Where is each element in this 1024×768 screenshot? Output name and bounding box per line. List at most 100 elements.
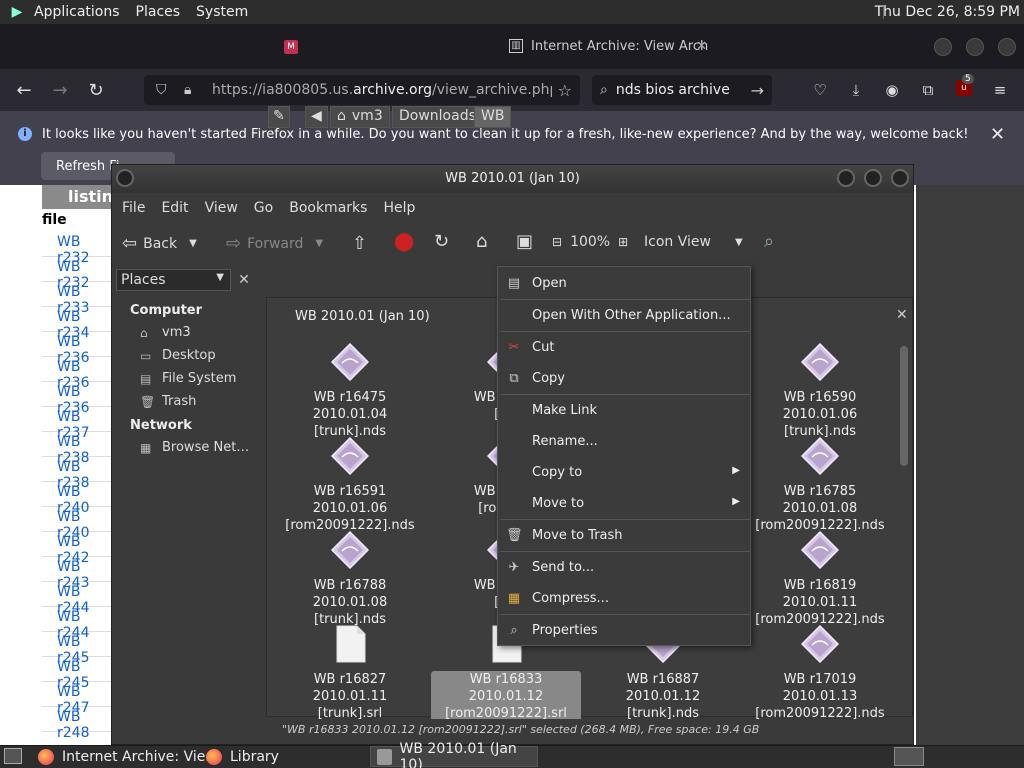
close-sidebar-icon[interactable]: ✕ bbox=[232, 269, 256, 291]
stop-button[interactable]: ⬤ bbox=[394, 231, 420, 252]
close-button[interactable] bbox=[891, 169, 909, 187]
tab-internet-archive[interactable]: ▥ Internet Archive: View Arch ✕ bbox=[497, 31, 717, 61]
archive-list-link[interactable]: WB r236 bbox=[42, 332, 112, 366]
path-scroll-left[interactable]: ◀ bbox=[305, 106, 328, 128]
sidebar-item-desktop[interactable]: ▭ Desktop bbox=[140, 348, 216, 363]
archive-list-link[interactable]: WB r242 bbox=[42, 532, 112, 566]
show-desktop-icon[interactable] bbox=[4, 748, 22, 764]
up-button[interactable]: ⇧ bbox=[352, 233, 373, 254]
sidebar-item-filesystem[interactable]: ▤ File System bbox=[140, 371, 236, 386]
ctx-copy[interactable]: ⧉ Copy bbox=[498, 365, 750, 393]
archive-list-link[interactable]: WB r245 bbox=[42, 632, 112, 666]
close-pane-icon[interactable]: ✕ bbox=[896, 307, 908, 323]
ctx-open-with[interactable]: Open With Other Application... bbox=[498, 302, 750, 330]
url-bar[interactable]: ⛉ 🔒︎ https://ia800805.us.archive.org/vie… bbox=[144, 75, 580, 105]
back-button[interactable]: ⇦ Back ▼ bbox=[122, 233, 197, 254]
archive-list-link[interactable]: WB r232 bbox=[42, 257, 112, 291]
applications-menu[interactable]: Applications bbox=[26, 4, 128, 20]
taskbar-file-manager[interactable]: WB 2010.01 (Jan 10) bbox=[370, 741, 538, 768]
account-icon[interactable]: ◉ bbox=[882, 80, 902, 100]
taskbar-firefox-archive[interactable]: Internet Archive: Vie... bbox=[38, 746, 219, 767]
gmail-tab-icon[interactable]: M bbox=[284, 40, 298, 54]
maximize-button[interactable] bbox=[966, 38, 984, 56]
ctx-copy-to[interactable]: Copy to ▶ bbox=[498, 459, 750, 487]
edit-path-button[interactable]: ✎ bbox=[268, 106, 290, 128]
menu-view[interactable]: View bbox=[197, 200, 246, 216]
extensions-icon[interactable]: ⧉ bbox=[918, 80, 938, 100]
file-item[interactable]: WB r17019 2010.01.13 [rom20091222].nds bbox=[745, 624, 895, 722]
clock[interactable]: Thu Dec 26, 8:59 PM bbox=[875, 4, 1020, 20]
archive-list-link[interactable]: WB r236 bbox=[42, 382, 112, 416]
lock-icon[interactable]: 🔒︎ bbox=[184, 82, 200, 98]
ctx-properties[interactable]: ⌕ Properties bbox=[498, 617, 750, 645]
back-history-dropdown-icon[interactable]: ▼ bbox=[189, 238, 197, 249]
ctx-open[interactable]: ▤ Open bbox=[498, 270, 750, 298]
window-titlebar[interactable]: WB 2010.01 (Jan 10) bbox=[112, 165, 913, 193]
home-button[interactable]: ⌂ bbox=[476, 231, 493, 252]
archive-list-link[interactable]: WB r237 bbox=[42, 407, 112, 441]
taskbar-library[interactable]: Library bbox=[206, 746, 279, 767]
file-item[interactable]: WB r16590 2010.01.06 [trunk].nds bbox=[745, 342, 895, 440]
view-mode-select[interactable]: Icon View ▼ bbox=[644, 234, 743, 250]
window-menu-button[interactable] bbox=[116, 169, 134, 187]
minimize-button[interactable] bbox=[934, 38, 952, 56]
notification-close-icon[interactable]: ✕ bbox=[990, 124, 1005, 145]
search-go-icon[interactable]: → bbox=[751, 81, 764, 100]
menu-edit[interactable]: Edit bbox=[153, 200, 196, 216]
zoom-out-icon[interactable]: ⊟ bbox=[552, 235, 562, 249]
reload-icon[interactable]: ↻ bbox=[85, 80, 107, 102]
archive-list-link[interactable]: WB r245 bbox=[42, 657, 112, 691]
reload-button[interactable]: ↻ bbox=[434, 231, 455, 252]
archive-list-link[interactable]: WB r244 bbox=[42, 607, 112, 641]
path-crumb-vm3[interactable]: ⌂ vm3 bbox=[330, 106, 390, 128]
scrollbar[interactable] bbox=[898, 334, 910, 714]
file-item[interactable]: WB r16819 2010.01.11 [rom20091222].nds bbox=[745, 530, 895, 628]
archive-list-link[interactable]: WB r236 bbox=[42, 357, 112, 391]
menu-bookmarks[interactable]: Bookmarks bbox=[281, 200, 375, 216]
search-text[interactable]: nds bios archive bbox=[616, 82, 730, 98]
close-window-button[interactable] bbox=[998, 38, 1016, 56]
zoom-control[interactable]: ⊟ 100% ⊞ bbox=[552, 234, 628, 250]
tab-close-icon[interactable]: ✕ bbox=[696, 39, 707, 54]
applications-logo-icon[interactable]: ▶ bbox=[8, 3, 26, 21]
ctx-move-to-trash[interactable]: 🗑︎ Move to Trash bbox=[498, 522, 750, 550]
sidebar-item-trash[interactable]: 🗑︎ Trash bbox=[140, 394, 196, 409]
url-text[interactable]: https://ia800805.us.archive.org/view_arc… bbox=[212, 82, 552, 98]
back-arrow-icon[interactable]: ← bbox=[13, 80, 35, 102]
forward-arrow-icon[interactable]: → bbox=[49, 80, 71, 102]
forward-button[interactable]: ⇨ Forward ▼ bbox=[226, 233, 323, 254]
archive-list-link[interactable]: WB r234 bbox=[42, 307, 112, 341]
file-item[interactable]: WB r16827 2010.01.11 [trunk].srl bbox=[275, 625, 425, 722]
downloads-icon[interactable]: ⤓ bbox=[846, 80, 866, 100]
ctx-rename[interactable]: Rename... bbox=[498, 428, 750, 456]
archive-list-link[interactable]: WB r243 bbox=[42, 557, 112, 591]
bookmark-star-icon[interactable]: ☆ bbox=[558, 81, 572, 100]
computer-button[interactable]: ▣ bbox=[516, 231, 539, 252]
scrollbar-thumb[interactable] bbox=[900, 346, 908, 466]
places-menu[interactable]: Places bbox=[128, 4, 189, 20]
ctx-cut[interactable]: ✂ Cut bbox=[498, 334, 750, 362]
file-item[interactable]: WB r16788 2010.01.08 [trunk].nds bbox=[275, 530, 425, 628]
pocket-icon[interactable]: ♡ bbox=[810, 80, 830, 100]
ctx-make-link[interactable]: Make Link bbox=[498, 397, 750, 425]
sidebar-item-browse-network[interactable]: ▦ Browse Net… bbox=[140, 440, 249, 455]
menu-help[interactable]: Help bbox=[375, 200, 423, 216]
forward-history-dropdown-icon[interactable]: ▼ bbox=[315, 238, 323, 249]
file-item[interactable]: WB r16785 2010.01.08 [rom20091222].nds bbox=[745, 436, 895, 534]
workspace-switcher[interactable] bbox=[894, 747, 924, 766]
places-dropdown[interactable]: Places ▼ bbox=[116, 269, 231, 291]
archive-list-link[interactable]: WB r238 bbox=[42, 432, 112, 466]
shield-icon[interactable]: ⛉ bbox=[156, 82, 172, 98]
file-item[interactable]: WB r16475 2010.01.04 [trunk].nds bbox=[275, 342, 425, 440]
archive-list-link[interactable]: WB r233 bbox=[42, 282, 112, 316]
archive-list-link[interactable]: WB r244 bbox=[42, 582, 112, 616]
search-button[interactable]: ⌕ bbox=[764, 231, 780, 252]
archive-list-link[interactable]: WB r247 bbox=[42, 682, 112, 716]
path-crumb-wb[interactable]: WB bbox=[474, 106, 512, 128]
archive-list-link[interactable]: WB r238 bbox=[42, 457, 112, 491]
zoom-in-icon[interactable]: ⊞ bbox=[618, 235, 628, 249]
menu-go[interactable]: Go bbox=[246, 200, 281, 216]
minimize-button[interactable] bbox=[837, 169, 855, 187]
file-item[interactable]: WB r16591 2010.01.06 [rom20091222].nds bbox=[275, 436, 425, 534]
menu-file[interactable]: File bbox=[114, 200, 153, 216]
